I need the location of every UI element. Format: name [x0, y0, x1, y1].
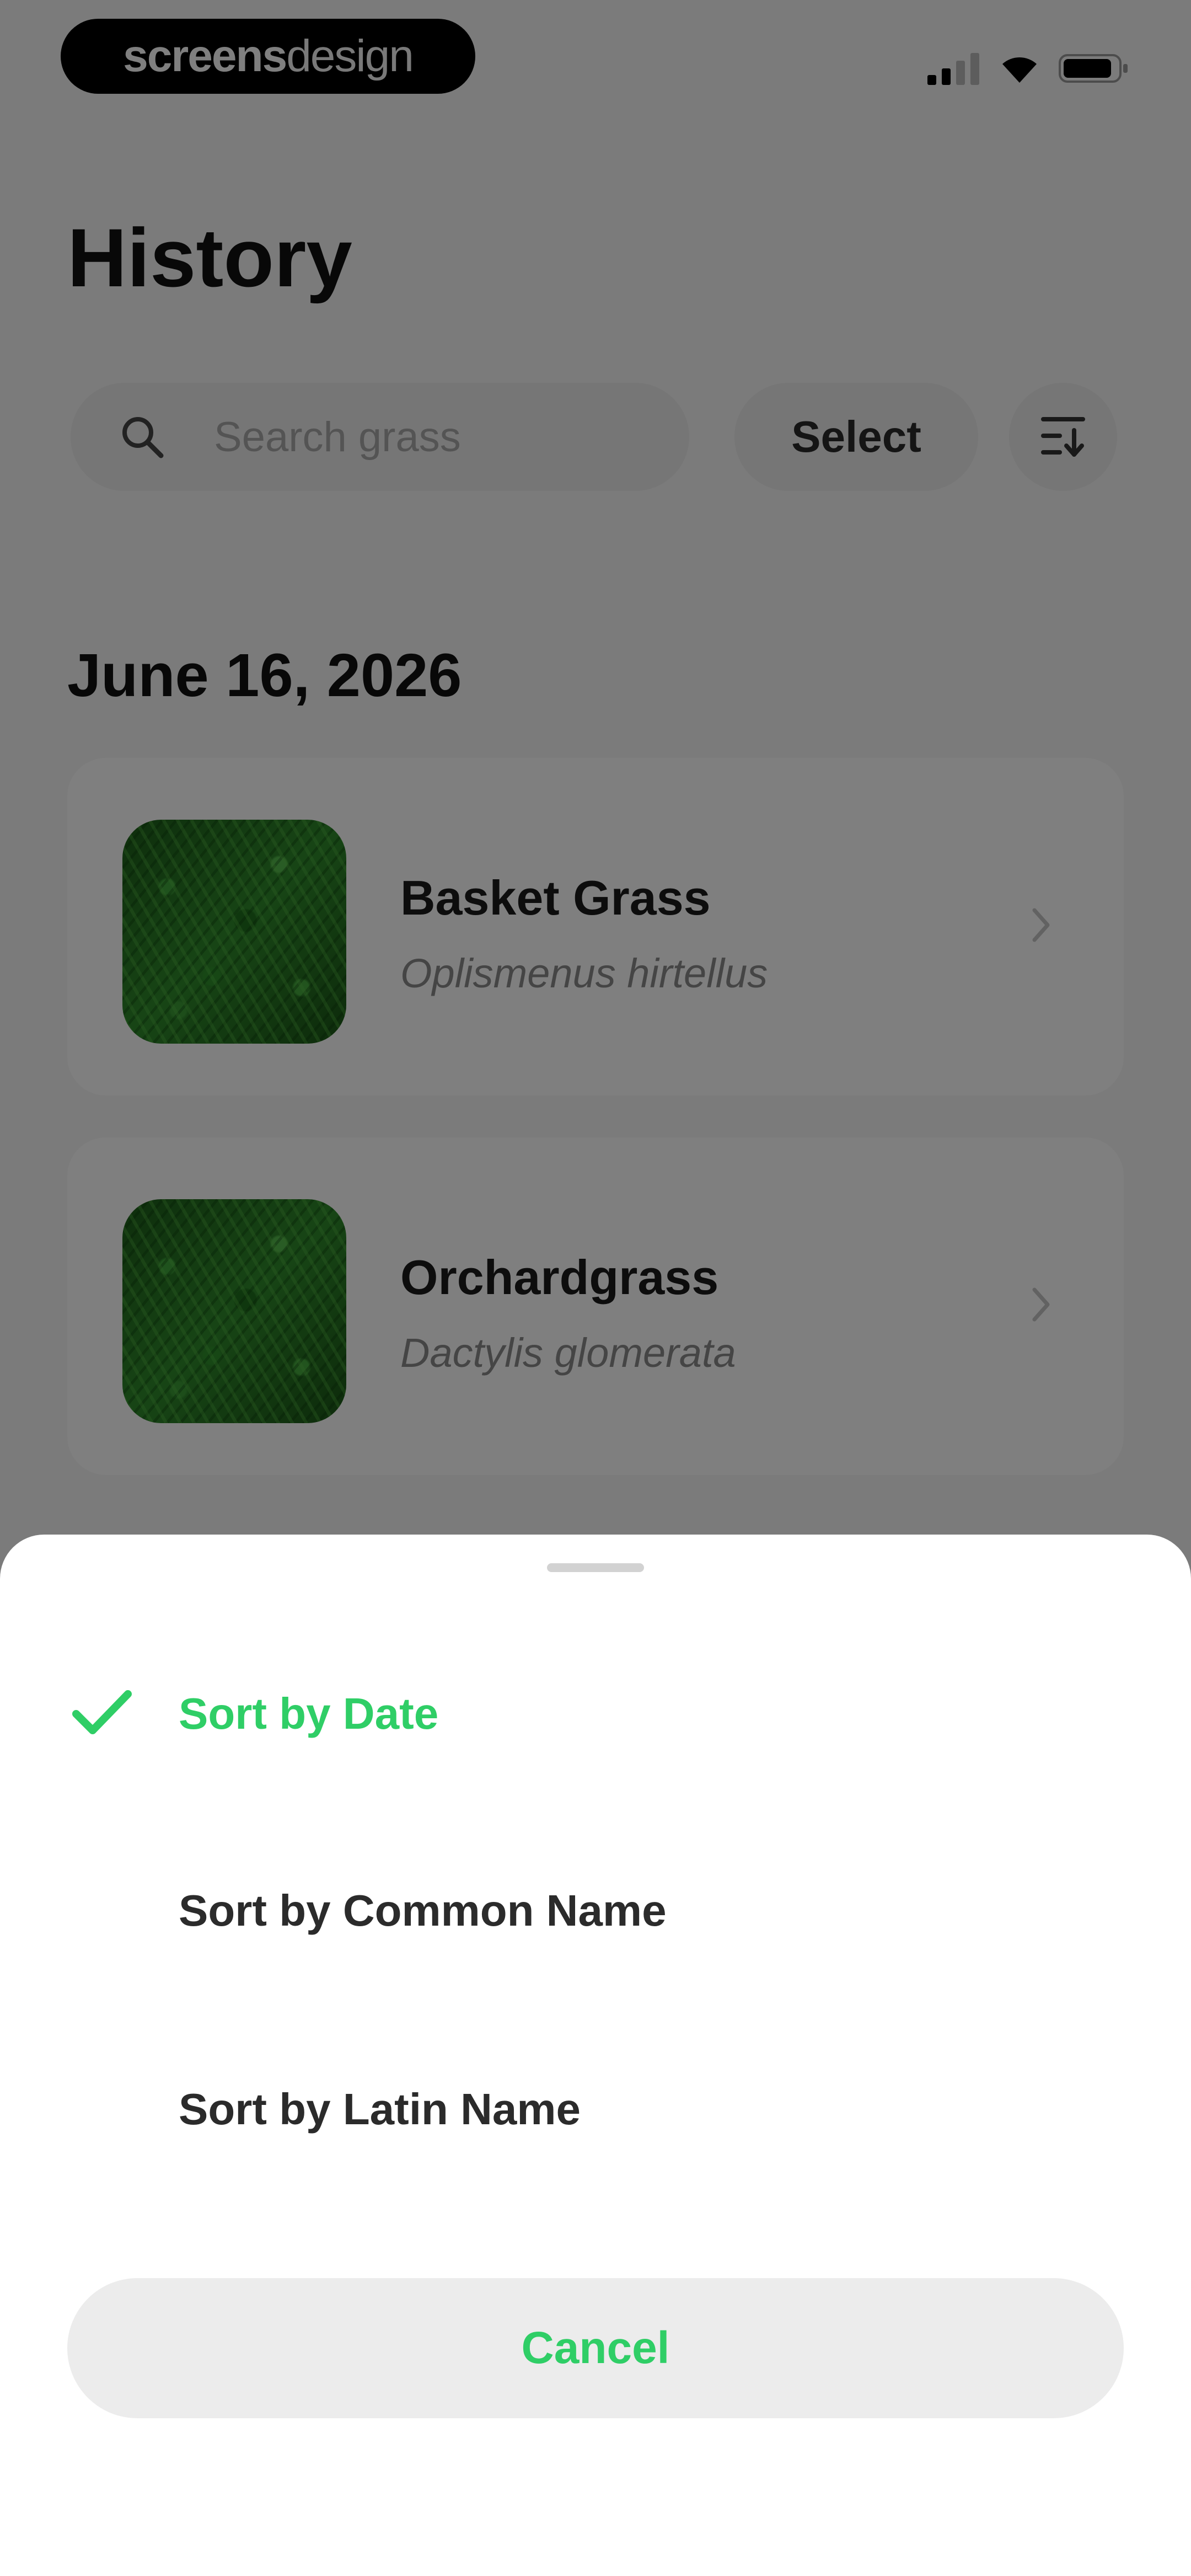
sort-bottom-sheet: Sort by Date Sort by Common Name Sort by… [0, 1535, 1191, 2576]
sort-option-label: Sort by Latin Name [179, 2085, 581, 2134]
sort-option-date[interactable]: Sort by Date [0, 1647, 1191, 1784]
sheet-grabber[interactable] [547, 1563, 644, 1572]
sort-option-label: Sort by Date [179, 1689, 439, 1738]
cancel-button[interactable]: Cancel [67, 2278, 1124, 2418]
sort-option-common-name[interactable]: Sort by Common Name [0, 1843, 1191, 1981]
sort-option-label: Sort by Common Name [179, 1886, 667, 1935]
sort-option-latin-name[interactable]: Sort by Latin Name [0, 2042, 1191, 2180]
checkmark-icon [72, 1688, 132, 1741]
history-screen: screensdesign History [0, 0, 1191, 2576]
